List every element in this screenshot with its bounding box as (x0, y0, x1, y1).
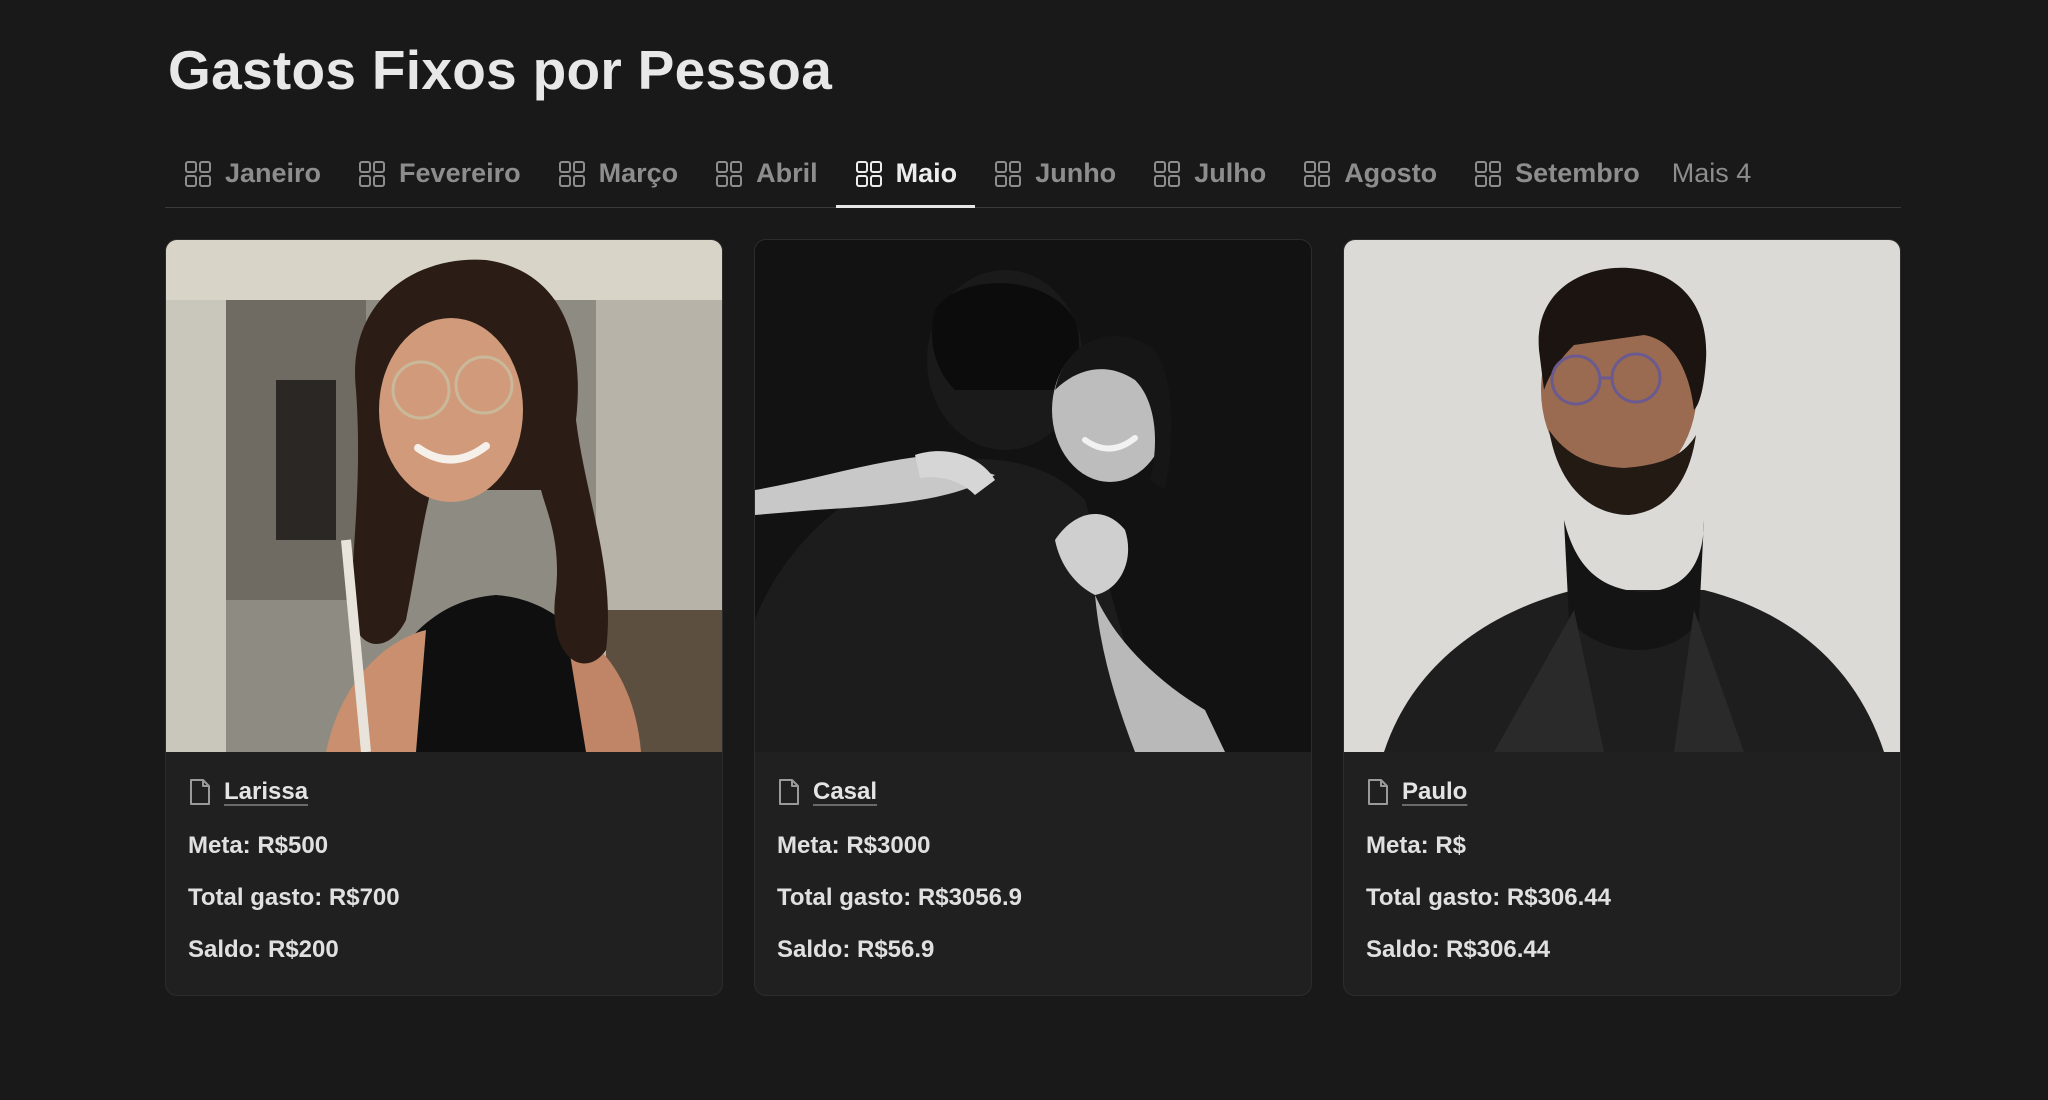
gallery-grid-icon (1152, 159, 1182, 189)
tab-label: Agosto (1344, 158, 1438, 188)
tab-setembro[interactable]: Setembro (1455, 140, 1658, 207)
page-document-icon (777, 778, 801, 806)
man-portrait-photo (1344, 240, 1900, 752)
tab-label: Setembro (1515, 158, 1640, 188)
gallery-grid-icon (993, 159, 1023, 189)
tab-fevereiro[interactable]: Fevereiro (339, 140, 539, 207)
card-name-row[interactable]: Paulo (1366, 774, 1878, 810)
card-body: Larissa Meta: R$500 Total gasto: R$700 S… (166, 752, 722, 966)
saldo-value: Saldo: R$56.9 (777, 936, 935, 963)
tab-maio[interactable]: Maio (835, 140, 976, 208)
tab-janeiro[interactable]: Janeiro (165, 140, 339, 207)
tab-label: Julho (1194, 158, 1267, 188)
saldo-value: Saldo: R$200 (188, 936, 339, 963)
gallery-grid-icon (1302, 159, 1332, 189)
gallery-grid-icon (854, 159, 884, 189)
couple-hug-photo (755, 240, 1311, 752)
tab-label: Maio (895, 158, 958, 188)
meta-value: Meta: R$ (1366, 832, 1467, 859)
page-document-icon (1366, 778, 1390, 806)
tab-julho[interactable]: Julho (1134, 140, 1284, 207)
meta-value: Meta: R$500 (188, 832, 329, 859)
gallery-grid-icon (714, 159, 744, 189)
gallery-grid-icon (357, 159, 387, 189)
card-casal[interactable]: Casal Meta: R$3000 Total gasto: R$3056.9… (754, 239, 1312, 996)
tab-abril[interactable]: Abril (696, 140, 836, 207)
card-larissa[interactable]: Larissa Meta: R$500 Total gasto: R$700 S… (165, 239, 723, 996)
tab-agosto[interactable]: Agosto (1284, 140, 1455, 207)
card-title[interactable]: Paulo (1402, 778, 1467, 806)
tab-label: Março (598, 158, 679, 188)
meta-value: Meta: R$3000 (777, 832, 931, 859)
total-gasto-value: Total gasto: R$3056.9 (777, 884, 1022, 911)
card-body: Casal Meta: R$3000 Total gasto: R$3056.9… (755, 752, 1311, 966)
card-name-row[interactable]: Larissa (188, 774, 700, 810)
total-gasto-value: Total gasto: R$306.44 (1366, 884, 1611, 911)
more-tabs-button[interactable]: Mais 4 (1658, 140, 1770, 207)
tab-label: Fevereiro (399, 158, 521, 188)
gallery-grid-icon (1473, 159, 1503, 189)
view-tabs: Janeiro Fevereiro Março Abril Maio Junho… (165, 140, 1901, 208)
card-name-row[interactable]: Casal (777, 774, 1289, 810)
card-title[interactable]: Larissa (224, 778, 308, 806)
tab-label: Junho (1035, 158, 1117, 188)
saldo-value: Saldo: R$306.44 (1366, 936, 1551, 963)
card-body: Paulo Meta: R$ Total gasto: R$306.44 Sal… (1344, 752, 1900, 966)
tab-marco[interactable]: Março (539, 140, 697, 207)
card-paulo[interactable]: Paulo Meta: R$ Total gasto: R$306.44 Sal… (1343, 239, 1901, 996)
page-document-icon (188, 778, 212, 806)
card-title[interactable]: Casal (813, 778, 877, 806)
tab-label: Janeiro (225, 158, 322, 188)
page-title: Gastos Fixos por Pessoa (168, 39, 833, 101)
total-gasto-value: Total gasto: R$700 (188, 884, 400, 911)
woman-portrait-photo (166, 240, 722, 752)
gallery-cards: Larissa Meta: R$500 Total gasto: R$700 S… (165, 239, 1901, 996)
gallery-grid-icon (557, 159, 587, 189)
gallery-grid-icon (183, 159, 213, 189)
tab-junho[interactable]: Junho (975, 140, 1134, 207)
tab-label: Abril (756, 158, 818, 188)
